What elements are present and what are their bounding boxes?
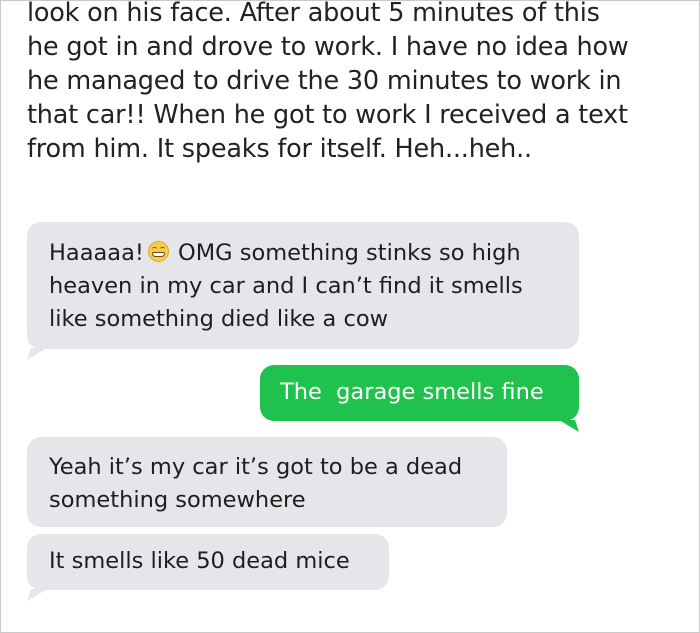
story-line: that car!! When he got to work I receive… <box>27 100 628 130</box>
message-line: Haaaaa! OMG something stinks so high <box>49 237 579 270</box>
message-text: OMG something stinks so high <box>178 240 521 266</box>
message-text: Haaaaa! <box>49 240 144 266</box>
story-line: look on his face. After about 5 minutes … <box>27 0 600 28</box>
message-line: It smells like 50 dead mice <box>49 548 350 574</box>
screenshot-frame: look on his face. After about 5 minutes … <box>0 0 700 633</box>
story-text: look on his face. After about 5 minutes … <box>27 0 687 166</box>
incoming-message-bubble[interactable]: Haaaaa! OMG something stinks so high hea… <box>27 222 579 360</box>
incoming-message-bubble[interactable]: Yeah it’s my car it’s got to be a dead s… <box>27 437 507 527</box>
message-line: Yeah it’s my car it’s got to be a dead <box>49 454 463 480</box>
bubble-tail <box>27 589 47 601</box>
message-line: The garage smells fine <box>280 379 544 405</box>
bubble-tail <box>559 420 579 432</box>
message-line: something somewhere <box>49 487 306 513</box>
incoming-message-bubble[interactable]: It smells like 50 dead mice <box>27 534 389 601</box>
message-line: heaven in my car and I can’t find it sme… <box>49 273 523 299</box>
story-line: he got in and drove to work. I have no i… <box>27 32 629 62</box>
bubble-tail <box>27 348 47 360</box>
grinning-face-emoji-icon <box>147 241 169 262</box>
outgoing-message-bubble[interactable]: The garage smells fine <box>260 365 579 432</box>
message-line: like something died like a cow <box>49 306 389 332</box>
story-line: he managed to drive the 30 minutes to wo… <box>27 66 622 96</box>
story-line: from him. It speaks for itself. Heh...he… <box>27 134 532 164</box>
